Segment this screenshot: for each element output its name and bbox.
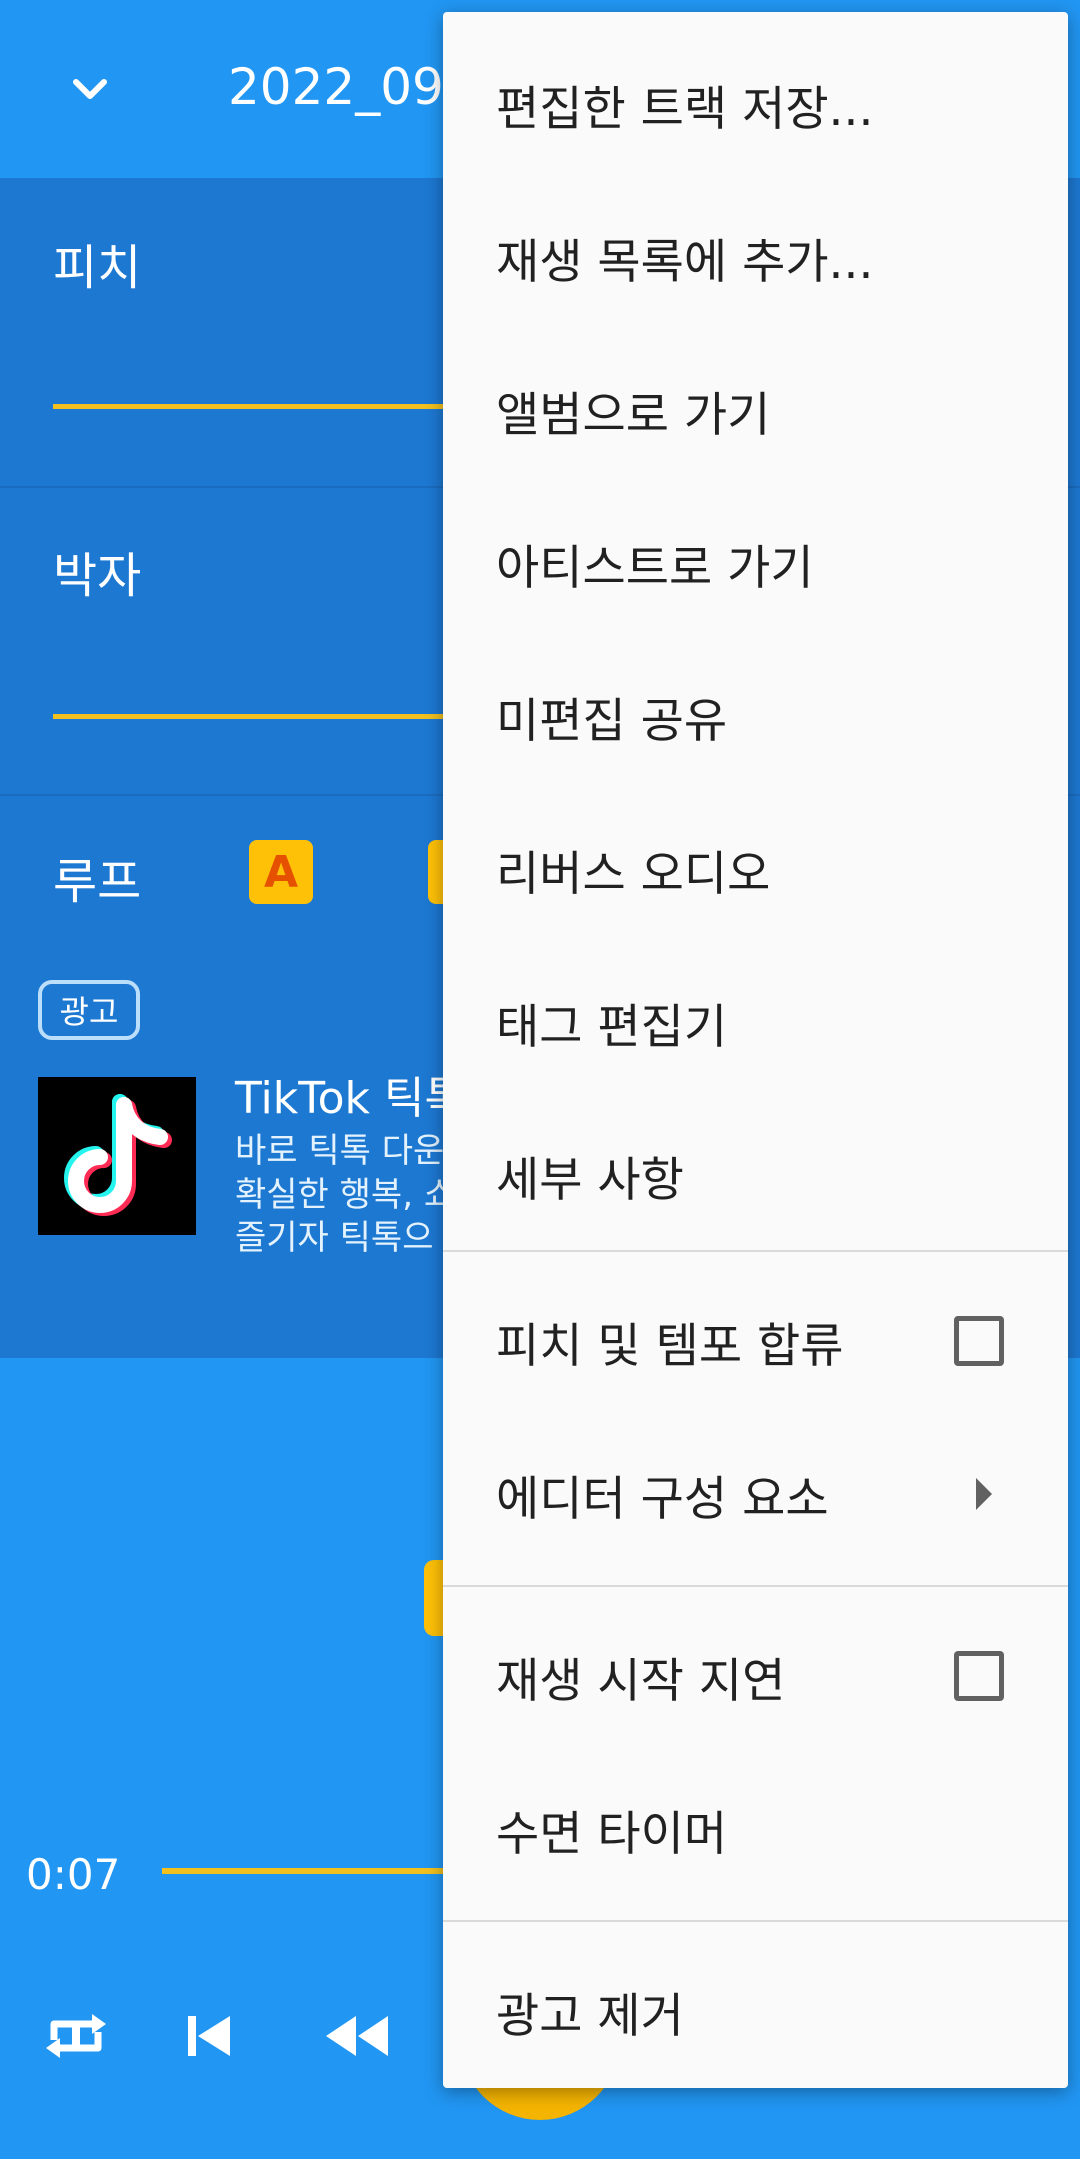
menu-item-label: 수면 타이머 (496, 1806, 728, 1862)
menu-item-playback-start-delay[interactable]: 재생 시작 지연 (443, 1600, 1068, 1752)
fast-rewind-icon[interactable] (316, 1996, 396, 2076)
ad-description-line: 바로 틱톡 다운 (235, 1131, 445, 1171)
start-delay-checkbox[interactable] (954, 1651, 1004, 1701)
link-pitch-tempo-checkbox[interactable] (954, 1316, 1004, 1366)
menu-item-sleep-timer[interactable]: 수면 타이머 (443, 1753, 1068, 1905)
tempo-slider[interactable] (53, 714, 453, 719)
menu-item-label: 세부 사항 (496, 1152, 684, 1208)
ad-title[interactable]: TikTok 틱톡 (235, 1062, 465, 1126)
menu-item-remove-ads[interactable]: 광고 제거 (443, 1935, 1068, 2087)
seek-bar[interactable] (162, 1868, 462, 1874)
menu-item-label: 앨범으로 가기 (496, 387, 771, 443)
track-title: 2022_09_ (228, 58, 469, 116)
menu-item-label: 미편집 공유 (496, 693, 728, 749)
menu-item-label: 광고 제거 (496, 1988, 684, 2044)
ad-description-line: 확실한 행복, 쇼 (235, 1175, 456, 1215)
menu-divider (443, 1585, 1068, 1587)
loop-a-button[interactable]: A (249, 840, 313, 904)
tiktok-logo-icon[interactable] (38, 1077, 196, 1235)
menu-item-label: 에디터 구성 요소 (496, 1471, 829, 1527)
menu-item-label: 아티스트로 가기 (496, 540, 814, 596)
arrow-right-icon (976, 1478, 992, 1510)
pitch-slider[interactable] (53, 404, 453, 409)
menu-item-link-pitch-tempo[interactable]: 피치 및 템포 합류 (443, 1265, 1068, 1417)
menu-item-go-to-artist[interactable]: 아티스트로 가기 (443, 487, 1068, 639)
skip-previous-icon[interactable] (168, 1996, 248, 2076)
overflow-menu: 편집한 트랙 저장... 재생 목록에 추가... 앨범으로 가기 아티스트로 … (443, 12, 1068, 2088)
menu-item-label: 재생 시작 지연 (496, 1653, 786, 1709)
menu-item-add-to-playlist[interactable]: 재생 목록에 추가... (443, 181, 1068, 333)
menu-item-details[interactable]: 세부 사항 (443, 1099, 1068, 1251)
menu-item-label: 편집한 트랙 저장... (496, 81, 874, 137)
menu-divider (443, 1250, 1068, 1252)
ad-badge: 광고 (38, 980, 140, 1040)
menu-item-label: 태그 편집기 (496, 999, 728, 1055)
menu-item-save-edited-track[interactable]: 편집한 트랙 저장... (443, 28, 1068, 180)
menu-item-editor-components[interactable]: 에디터 구성 요소 (443, 1418, 1068, 1570)
menu-item-label: 피치 및 템포 합류 (496, 1318, 844, 1374)
menu-item-go-to-album[interactable]: 앨범으로 가기 (443, 334, 1068, 486)
tempo-label: 박자 (53, 548, 142, 604)
loop-label: 루프 (53, 854, 142, 910)
current-time: 0:07 (26, 1850, 121, 1899)
menu-item-share-unedited[interactable]: 미편집 공유 (443, 640, 1068, 792)
pitch-label: 피치 (53, 240, 142, 296)
menu-item-label: 재생 목록에 추가... (496, 234, 874, 290)
chevron-down-icon[interactable] (62, 62, 118, 118)
menu-item-label: 리버스 오디오 (496, 846, 771, 902)
menu-item-tag-editor[interactable]: 태그 편집기 (443, 946, 1068, 1098)
menu-item-reverse-audio[interactable]: 리버스 오디오 (443, 793, 1068, 945)
repeat-one-icon[interactable] (36, 1996, 116, 2076)
menu-divider (443, 1920, 1068, 1922)
ad-description-line: 즐기자 틱톡으 (235, 1218, 434, 1258)
